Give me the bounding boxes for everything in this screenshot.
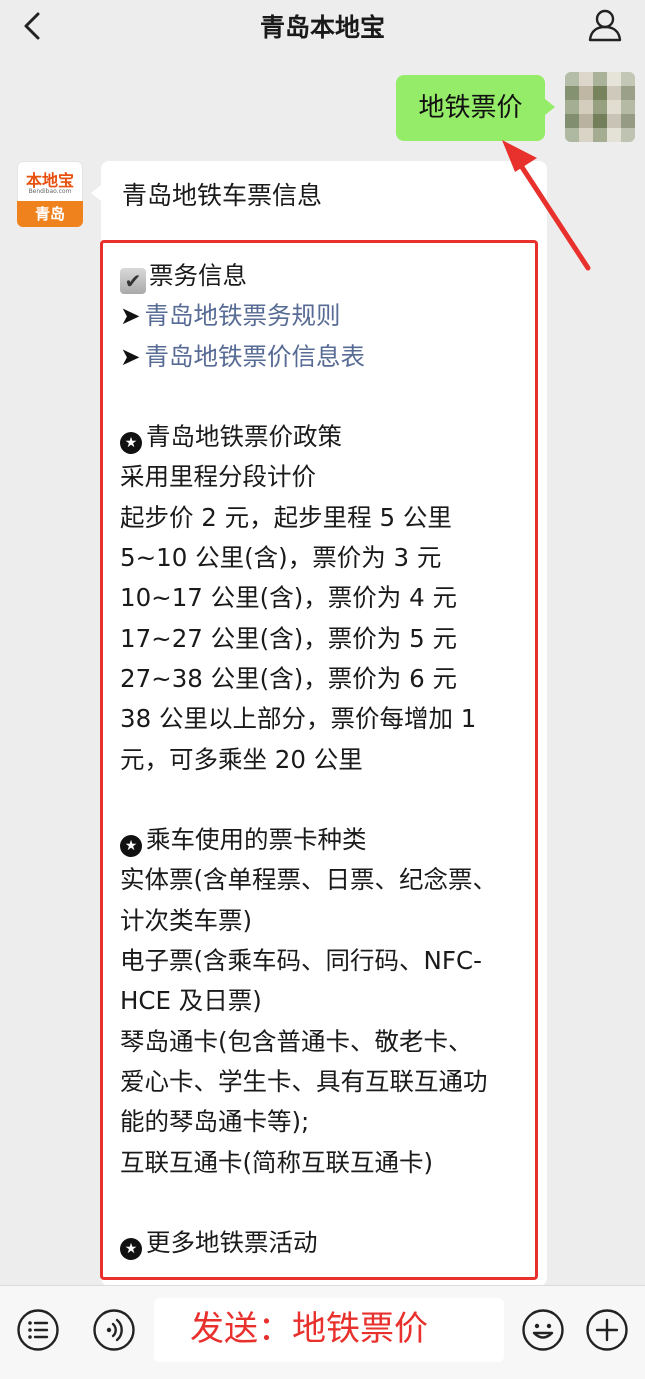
text-line: 10~17 公里(含)，票价为 4 元 (120, 583, 457, 613)
star-icon: ★ (120, 432, 142, 455)
text-line: 能的琴岛通卡等); (120, 1107, 310, 1137)
star-icon: ★ (120, 1238, 142, 1261)
link-ticket-rules[interactable]: ➤ 青岛地铁票务规则 (120, 296, 540, 336)
top-bar: 青岛本地宝 (0, 0, 645, 52)
section-more-activities[interactable]: ★ 更多地铁票活动 (120, 1223, 540, 1263)
arrow-right-icon: ➤ (120, 301, 141, 331)
message-content: ✔ 票务信息 ➤ 青岛地铁票务规则 ➤ 青岛地铁票价信息表 ★ 青岛地铁票价政策 采用里… (120, 256, 540, 1263)
text-line: 元，可多乘坐 20 公里 (120, 744, 363, 774)
input-text: 发送：地铁票价 (190, 1309, 428, 1349)
list-menu-icon[interactable] (16, 1308, 60, 1352)
text-line: HCE 及日票) (120, 986, 262, 1016)
text-line: 采用里程分段计价 (120, 462, 316, 492)
user-avatar[interactable] (565, 72, 635, 142)
text-line: 起步价 2 元，起步里程 5 公里 (120, 502, 452, 532)
avatar-city-text: 青岛 (17, 201, 83, 227)
avatar-domain-text: Bendibao.com (28, 188, 72, 195)
text-line: 38 公里以上部分，票价每增加 1 (120, 704, 477, 734)
message-title: 青岛地铁车票信息 (122, 181, 323, 210)
voice-icon[interactable] (92, 1308, 136, 1352)
checkbox-icon: ✔ (120, 268, 146, 294)
page-title: 青岛本地宝 (259, 13, 385, 42)
bot-avatar[interactable]: 本地宝 Bendibao.com 青岛 (17, 161, 83, 227)
text-line: 琴岛通卡(包含普通卡、敬老卡、 (120, 1026, 473, 1056)
user-message-bubble[interactable]: 地铁票价 (396, 75, 555, 141)
arrow-right-icon: ➤ (120, 341, 141, 371)
section-fare-policy: ★ 青岛地铁票价政策 (120, 417, 540, 457)
text-line: 电子票(含乘车码、同行码、NFC- (120, 946, 482, 976)
text-line: 5~10 公里(含)，票价为 3 元 (120, 543, 442, 573)
section-card-types: ★ 乘车使用的票卡种类 (120, 820, 540, 860)
link-fare-table[interactable]: ➤ 青岛地铁票价信息表 (120, 337, 540, 377)
text-line: 实体票(含单程票、日票、纪念票、 (120, 865, 498, 895)
text-line: 计次类车票) (120, 905, 253, 935)
text-line: 27~38 公里(含)，票价为 6 元 (120, 663, 457, 693)
text-line: 互联互通卡(简称互联互通卡) (120, 1147, 434, 1177)
text-line: 爱心卡、学生卡、具有互联互通功 (120, 1066, 488, 1096)
star-icon: ★ (120, 835, 142, 858)
smiley-icon[interactable] (521, 1308, 565, 1352)
plus-icon[interactable] (585, 1308, 629, 1352)
person-icon[interactable] (587, 8, 623, 42)
text-line: 17~27 公里(含)，票价为 5 元 (120, 623, 457, 653)
section-ticket-info: ✔ 票务信息 (120, 256, 540, 296)
